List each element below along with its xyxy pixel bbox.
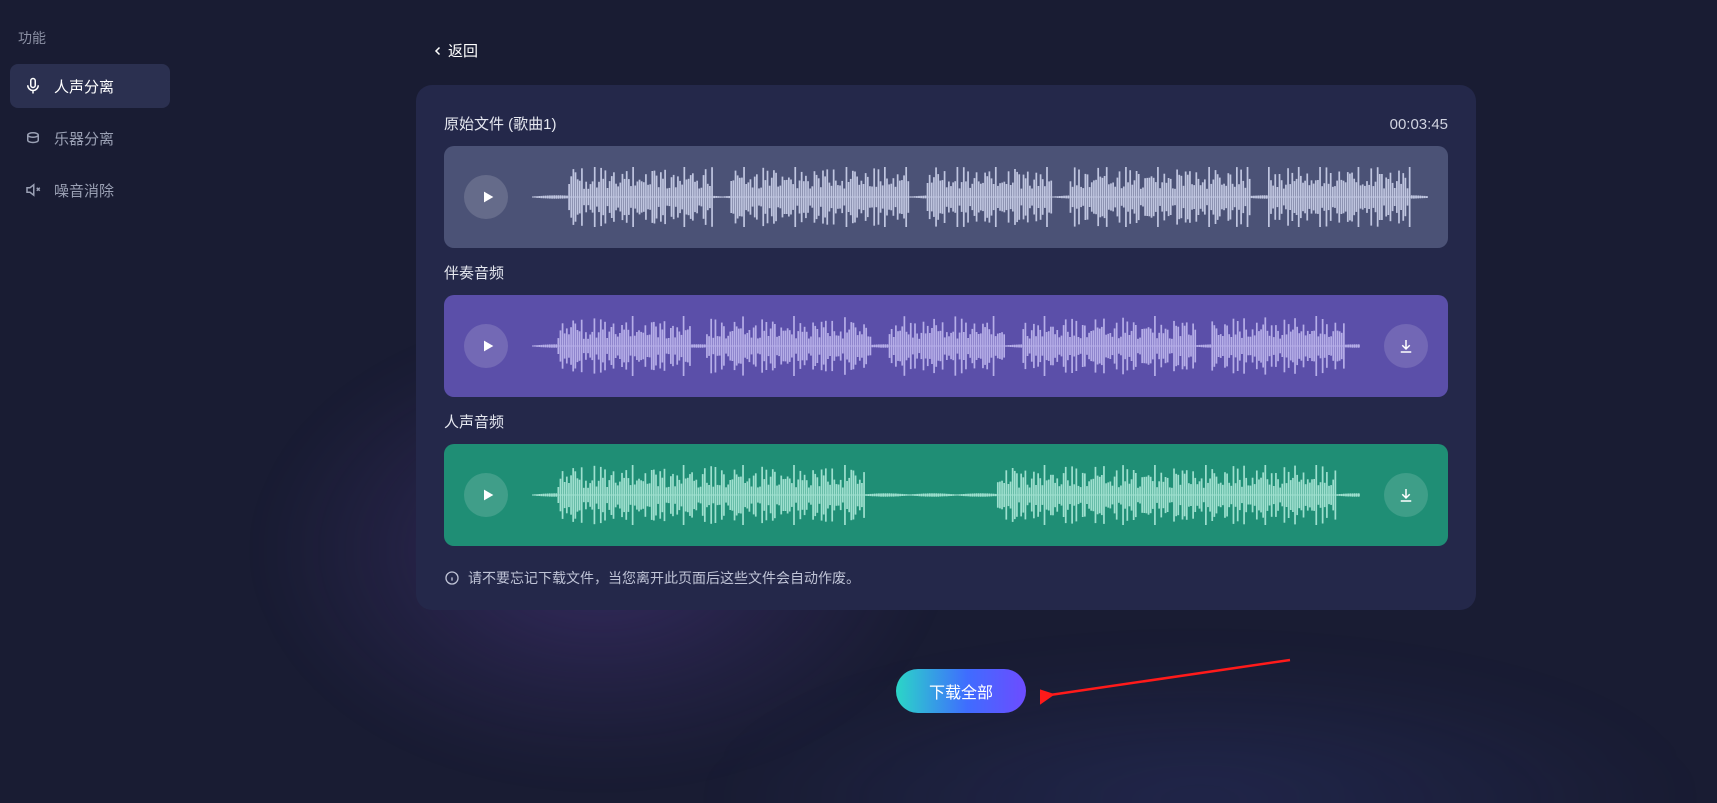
original-title: 原始文件 (歌曲1) [444, 113, 557, 134]
accompany-track-row [444, 295, 1448, 397]
original-header: 原始文件 (歌曲1) 00:03:45 [444, 113, 1448, 134]
play-icon [480, 487, 496, 503]
sidebar-item-instrument-separation[interactable]: 乐器分离 [10, 116, 170, 160]
vocal-title: 人声音频 [444, 411, 1448, 432]
main-content: 返回 原始文件 (歌曲1) 00:03:45 伴奏音频 [180, 0, 1717, 803]
download-all-label: 下载全部 [929, 679, 993, 703]
play-button-accompany[interactable] [464, 324, 508, 368]
annotation-arrow [1040, 655, 1300, 725]
back-link[interactable]: 返回 [180, 40, 478, 61]
download-all-button[interactable]: 下载全部 [896, 669, 1026, 713]
vocal-track-row [444, 444, 1448, 546]
note-text: 请不要忘记下载文件，当您离开此页面后这些文件会自动作废。 [468, 568, 860, 588]
sidebar-item-label: 乐器分离 [54, 128, 114, 149]
download-button-accompany[interactable] [1384, 324, 1428, 368]
sidebar-item-noise-removal[interactable]: 噪音消除 [10, 168, 170, 212]
duration-label: 00:03:45 [1390, 116, 1448, 133]
chevron-left-icon [432, 45, 444, 57]
drum-icon [24, 129, 42, 147]
waveform-original[interactable] [532, 167, 1428, 227]
original-track-row [444, 146, 1448, 248]
play-icon [480, 189, 496, 205]
speaker-mute-icon [24, 181, 42, 199]
waveform-vocal[interactable] [532, 465, 1360, 525]
sidebar-title: 功能 [10, 28, 170, 64]
download-icon [1397, 486, 1415, 504]
download-button-vocal[interactable] [1384, 473, 1428, 517]
sidebar-item-label: 噪音消除 [54, 180, 114, 201]
sidebar-item-label: 人声分离 [54, 76, 114, 97]
accompany-title: 伴奏音频 [444, 262, 1448, 283]
warning-note: 请不要忘记下载文件，当您离开此页面后这些文件会自动作废。 [444, 568, 1448, 588]
back-label: 返回 [448, 40, 478, 61]
result-card: 原始文件 (歌曲1) 00:03:45 伴奏音频 [416, 85, 1476, 610]
sidebar: 功能 人声分离 乐器分离 噪音消除 [0, 0, 180, 803]
waveform-accompany[interactable] [532, 316, 1360, 376]
play-icon [480, 338, 496, 354]
microphone-icon [24, 77, 42, 95]
sidebar-item-vocal-separation[interactable]: 人声分离 [10, 64, 170, 108]
info-icon [444, 570, 460, 586]
play-button-vocal[interactable] [464, 473, 508, 517]
play-button-original[interactable] [464, 175, 508, 219]
download-icon [1397, 337, 1415, 355]
